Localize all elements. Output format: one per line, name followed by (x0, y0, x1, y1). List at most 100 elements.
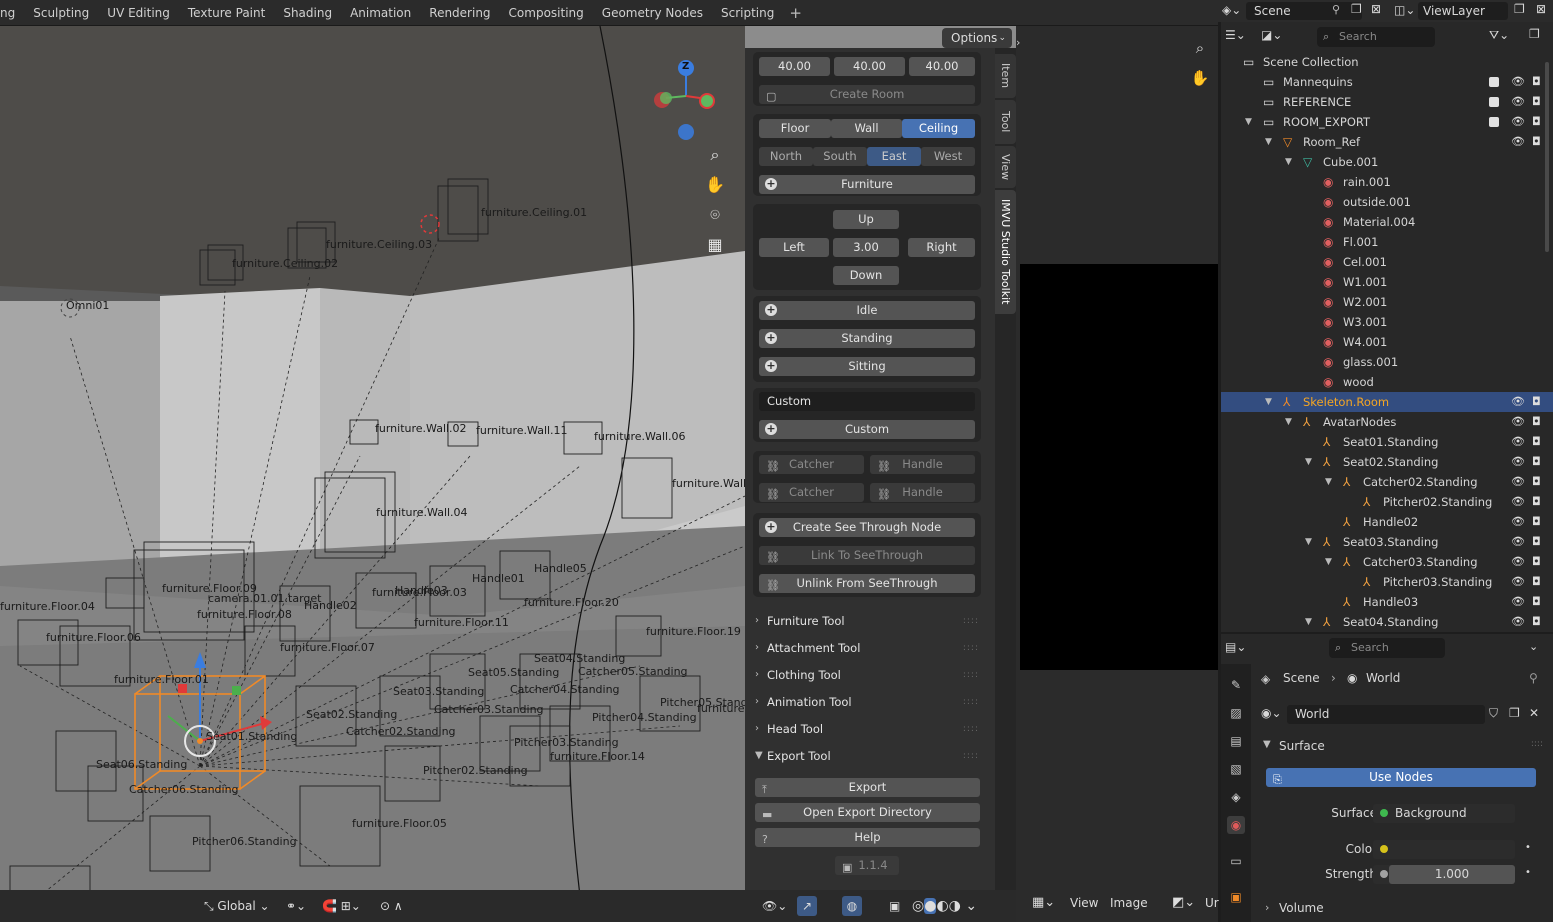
camera-icon[interactable]: ◘ (1532, 412, 1541, 432)
outliner-row[interactable]: ◉ W3.001 (1221, 312, 1553, 332)
visibility-icon[interactable]: 👁⌄ (762, 896, 787, 916)
properties-editor[interactable]: ▤⌄ ⌕ Search ⌄ ✎ ▨ ▤ ▧ ◈ ◉ ▭ ▣ ◈ Scene › ◉… (1221, 634, 1553, 922)
chevron-down-icon[interactable]: ▼ (1285, 412, 1292, 432)
keyframe-dot-icon[interactable]: • (1525, 842, 1531, 853)
pin-icon[interactable]: ⚲ (1332, 3, 1340, 16)
dim-z-field[interactable]: 40.00 (909, 57, 975, 76)
eye-icon[interactable]: 👁 (1511, 472, 1525, 492)
chevron-down-icon[interactable]: ⌄ (1529, 640, 1538, 653)
outliner-scrollbar[interactable] (1545, 62, 1549, 252)
scene-tab-icon[interactable]: ◈ (1227, 788, 1245, 806)
unlink-icon[interactable]: ✕ (1529, 706, 1539, 720)
tab-wall[interactable]: Wall (831, 119, 902, 138)
catcher-button-2[interactable]: ⛓ Catcher (759, 483, 864, 502)
use-nodes-button[interactable]: ⎘ Use Nodes (1266, 768, 1536, 787)
color-field[interactable] (1373, 840, 1515, 859)
grip-icon[interactable]: :::: (963, 610, 979, 632)
camera-icon[interactable]: ◘ (1532, 572, 1541, 592)
section-header[interactable]: › Animation Tool:::: (753, 691, 983, 713)
viewlayer-icon[interactable]: ◫⌄ (1394, 3, 1415, 17)
outliner-row[interactable]: ⅄ Pitcher02.Standing 👁 ◘ (1221, 492, 1553, 512)
eye-icon[interactable]: 👁 (1511, 572, 1525, 592)
chevron-down-icon[interactable]: ▼ (1305, 452, 1312, 472)
idle-button[interactable]: + Idle (759, 301, 975, 320)
camera-icon[interactable]: ◘ (1532, 592, 1541, 612)
dim-x-field[interactable]: 40.00 (759, 57, 830, 76)
tab-workspace[interactable]: Sculpting (24, 0, 98, 26)
outliner-row[interactable]: ▭ REFERENCE 👁 ◘ (1221, 92, 1553, 112)
new-viewlayer-icon[interactable]: ❐ (1514, 2, 1525, 16)
camera-icon[interactable]: ◘ (1532, 612, 1541, 632)
image-menu[interactable]: Image (1110, 896, 1148, 910)
help-button[interactable]: ? Help (755, 828, 980, 847)
section-header[interactable]: › Furniture Tool:::: (753, 610, 983, 632)
camera-icon[interactable]: ◘ (1532, 452, 1541, 472)
outliner-row[interactable]: ◉ W2.001 (1221, 292, 1553, 312)
tab-east[interactable]: East (867, 147, 921, 166)
sitting-button[interactable]: + Sitting (759, 357, 975, 376)
volume-section-header[interactable]: › Volume (1257, 898, 1547, 920)
outliner-row[interactable]: ▭ Scene Collection (1221, 52, 1553, 72)
editor-type-icon[interactable]: ☰⌄ (1225, 28, 1246, 42)
eye-icon[interactable]: 👁 (1511, 412, 1525, 432)
grip-icon[interactable]: :::: (963, 745, 979, 767)
outliner-row[interactable]: ▼ ▭ ROOM_EXPORT 👁 ◘ (1221, 112, 1553, 132)
tab-west[interactable]: West (921, 147, 975, 166)
outliner-search-input[interactable]: ⌕ Search (1317, 27, 1435, 47)
exclude-checkbox[interactable] (1489, 117, 1499, 127)
export-button[interactable]: ⤒ Export (755, 778, 980, 797)
chevron-down-icon[interactable]: ▼ (1245, 112, 1252, 132)
camera-icon[interactable]: ◘ (1532, 92, 1541, 112)
fake-user-icon[interactable]: ⛉ (1489, 706, 1498, 721)
outliner-row[interactable]: ⅄ Handle02 👁 ◘ (1221, 512, 1553, 532)
pan-hand-icon[interactable]: ✋ (701, 171, 729, 199)
move-step-field[interactable]: 3.00 (833, 238, 899, 257)
grip-icon[interactable]: :::: (963, 664, 979, 686)
exclude-checkbox[interactable] (1489, 77, 1499, 87)
collection-tab-icon[interactable]: ▭ (1227, 852, 1245, 870)
eye-icon[interactable]: 👁 (1511, 532, 1525, 552)
keyframe-dot-icon[interactable]: • (1525, 867, 1531, 878)
scene-icon[interactable]: ◈⌄ (1222, 3, 1241, 17)
outliner-row[interactable]: ⅄ Pitcher03.Standing 👁 ◘ (1221, 572, 1553, 592)
view-layer-tab-icon[interactable]: ▧ (1227, 760, 1245, 778)
chevron-down-icon[interactable]: ▼ (1305, 532, 1312, 552)
camera-icon[interactable]: ◘ (1532, 552, 1541, 572)
outliner-row[interactable]: ◉ Cel.001 (1221, 252, 1553, 272)
tab-workspace[interactable]: Compositing (500, 0, 593, 26)
image-canvas[interactable] (1020, 264, 1218, 670)
section-header[interactable]: › Clothing Tool:::: (753, 664, 983, 686)
collapse-arrow-icon[interactable]: › (1016, 36, 1020, 49)
tab-workspace[interactable]: UV Editing (98, 0, 179, 26)
outliner-row[interactable]: ▼ ⅄ Skeleton.Room 👁 ◘ (1221, 392, 1553, 412)
tab-workspace[interactable]: Animation (341, 0, 420, 26)
editor-type-icon[interactable]: ▦⌄ (1032, 895, 1055, 910)
new-scene-icon[interactable]: ❐ (1351, 2, 1362, 16)
tab-workspace[interactable]: Shading (274, 0, 341, 26)
handle-button-2[interactable]: ⛓ Handle (870, 483, 975, 502)
create-room-button[interactable]: ▢ Create Room (759, 85, 975, 104)
camera-icon[interactable]: ◘ (1532, 72, 1541, 92)
display-mode-icon[interactable]: ◪⌄ (1261, 28, 1282, 42)
tab-item[interactable]: Item (995, 54, 1016, 98)
outliner-row[interactable]: ◉ Fl.001 (1221, 232, 1553, 252)
outliner-row[interactable]: ▼ ⅄ Catcher02.Standing 👁 ◘ (1221, 472, 1553, 492)
properties-search-input[interactable]: ⌕ Search (1329, 638, 1445, 658)
zoom-icon[interactable]: ⌕ (701, 141, 729, 169)
camera-icon[interactable]: ◘ (1532, 512, 1541, 532)
camera-icon[interactable]: ◘ (1532, 132, 1541, 152)
open-export-directory-button[interactable]: ▬ Open Export Directory (755, 803, 980, 822)
outliner-row[interactable]: ◉ Material.004 (1221, 212, 1553, 232)
custom-button[interactable]: + Custom (759, 420, 975, 439)
move-right-button[interactable]: Right (908, 238, 975, 257)
shading-modes[interactable]: ◎●◐◑ ⌄ (912, 896, 977, 916)
unlink-see-through-button[interactable]: ⛓ Unlink From SeeThrough (759, 574, 975, 593)
grip-icon[interactable]: :::: (963, 691, 979, 713)
create-see-through-button[interactable]: + Create See Through Node (759, 518, 975, 537)
tab-tool[interactable]: Tool (995, 100, 1016, 144)
move-left-button[interactable]: Left (759, 238, 829, 257)
outliner-row[interactable]: ▼ ⅄ Seat04.Standing 👁 ◘ (1221, 612, 1553, 632)
world-tab-icon[interactable]: ◉ (1227, 816, 1245, 834)
outliner-row[interactable]: ◉ W4.001 (1221, 332, 1553, 352)
eye-icon[interactable]: 👁 (1511, 132, 1525, 152)
